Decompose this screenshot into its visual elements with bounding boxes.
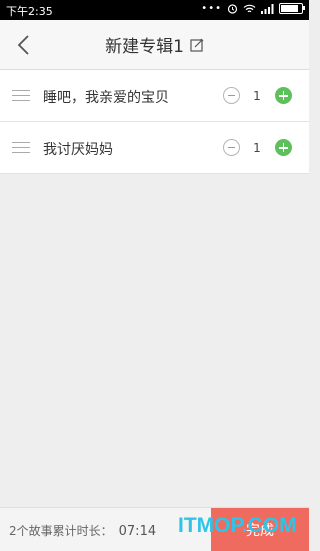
list-item: 睡吧，我亲爱的宝贝 1 [0, 70, 309, 122]
story-count: 1 [253, 89, 261, 103]
status-bar: 下午2:35 ••• [0, 0, 309, 20]
footer-bar: 2个故事累计时长： 07:14 完成 [0, 507, 309, 551]
app-header: 新建专辑1 [0, 20, 309, 70]
alarm-icon [227, 4, 238, 14]
duration-label: 2个故事累计时长： [9, 524, 113, 538]
increment-button[interactable] [275, 139, 292, 156]
duration-value: 07:14 [118, 524, 157, 539]
edit-icon[interactable] [190, 38, 204, 52]
story-title: 睡吧，我亲爱的宝贝 [43, 90, 169, 106]
story-title: 我讨厌妈妈 [43, 142, 113, 158]
status-icons: ••• [201, 3, 305, 14]
page-title: 新建专辑1 [105, 37, 184, 57]
title-area: 新建专辑1 [0, 20, 309, 69]
story-count: 1 [253, 141, 261, 155]
more-dots-icon: ••• [201, 3, 222, 14]
decrement-button[interactable] [223, 87, 240, 104]
drag-handle-icon[interactable] [12, 142, 30, 153]
signal-icon [261, 3, 274, 14]
list-item: 我讨厌妈妈 1 [0, 122, 309, 174]
drag-handle-icon[interactable] [12, 90, 30, 101]
total-duration: 2个故事累计时长： 07:14 [9, 522, 156, 539]
battery-icon [279, 3, 305, 14]
status-time: 下午2:35 [6, 5, 53, 18]
decrement-button[interactable] [223, 139, 240, 156]
increment-button[interactable] [275, 87, 292, 104]
story-list: 睡吧，我亲爱的宝贝 1 我讨厌妈妈 1 [0, 70, 309, 174]
done-button[interactable]: 完成 [211, 508, 309, 551]
wifi-icon [243, 4, 256, 12]
